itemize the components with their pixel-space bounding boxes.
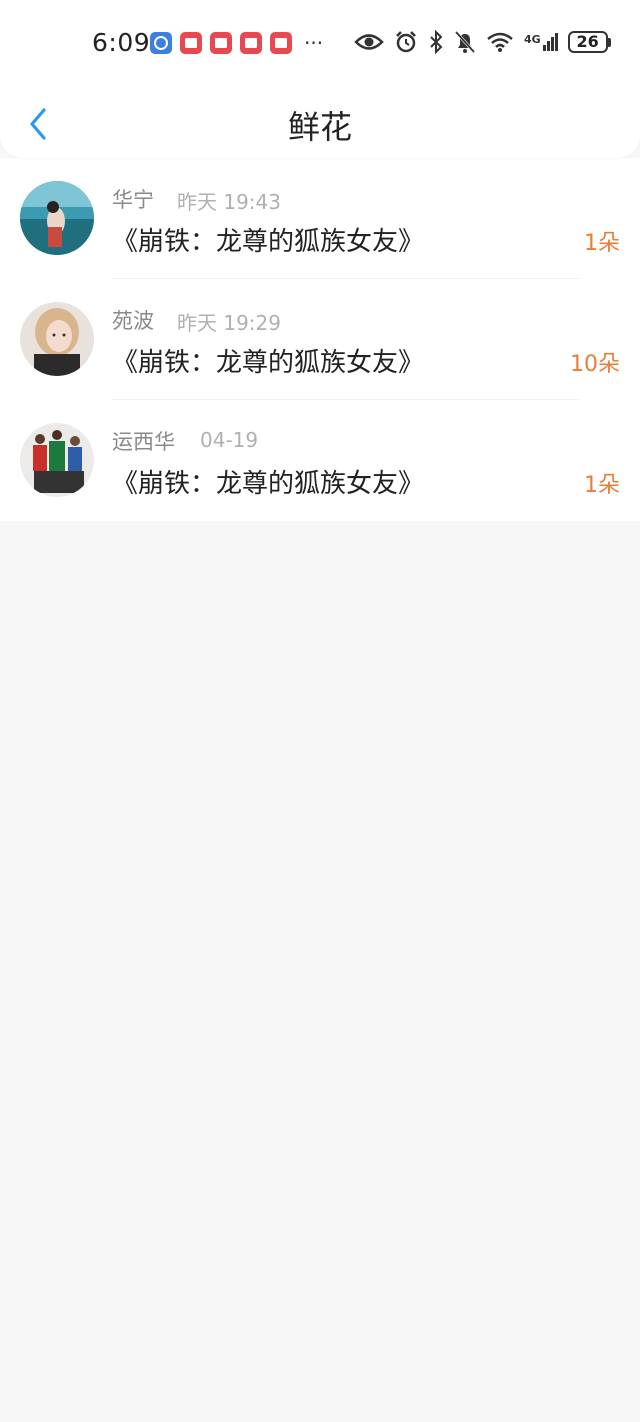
flower-count: 1朵	[584, 231, 620, 256]
clock-app-icon	[150, 32, 172, 54]
bluetooth-icon	[430, 30, 443, 54]
username: 华宁	[112, 188, 154, 212]
username: 苑波	[112, 309, 154, 333]
flower-list: 华宁 昨天 19:43 《崩铁：龙尊的狐族女友》 1朵 苑波 昨天 19:29 …	[0, 158, 640, 521]
list-item[interactable]: 苑波 昨天 19:29 《崩铁：龙尊的狐族女友》 10朵	[0, 279, 640, 400]
reader-app-icon	[270, 32, 292, 54]
book-title: 《崩铁：龙尊的狐族女友》	[112, 469, 425, 499]
list-item[interactable]: 运西华 04-19 《崩铁：龙尊的狐族女友》 1朵	[0, 400, 640, 521]
book-title: 《崩铁：龙尊的狐族女友》	[112, 227, 425, 257]
list-item[interactable]: 华宁 昨天 19:43 《崩铁：龙尊的狐族女友》 1朵	[0, 158, 640, 279]
timestamp: 昨天 19:29	[177, 311, 281, 335]
mute-bell-icon	[454, 30, 476, 54]
eye-icon	[354, 34, 384, 50]
signal-icon: 4G	[524, 33, 558, 51]
timestamp: 04-19	[200, 428, 259, 452]
reader-app-icon	[240, 32, 262, 54]
avatar[interactable]	[20, 302, 94, 376]
timestamp: 昨天 19:43	[177, 190, 281, 214]
battery-level: 26	[567, 31, 608, 53]
nav-bar: 鲜花	[0, 88, 640, 158]
battery-icon: 26	[567, 31, 611, 53]
status-time: 6:09	[92, 28, 151, 57]
alarm-icon	[396, 31, 416, 53]
username: 运西华	[112, 430, 175, 454]
page-title: 鲜花	[287, 108, 352, 146]
book-title: 《崩铁：龙尊的狐族女友》	[112, 348, 425, 378]
network-type: 4G	[524, 33, 541, 46]
system-icons: 4G 26	[354, 30, 611, 54]
avatar[interactable]	[20, 423, 94, 497]
reader-app-icon	[210, 32, 232, 54]
flower-count: 10朵	[570, 352, 620, 377]
more-notifications-icon: ···	[304, 31, 324, 55]
notification-icons: ···	[150, 32, 323, 54]
wifi-icon	[487, 32, 513, 52]
flower-count: 1朵	[584, 473, 620, 498]
status-bar: 6:09 ··· 4G 26	[0, 0, 640, 88]
avatar[interactable]	[20, 181, 94, 255]
reader-app-icon	[180, 32, 202, 54]
